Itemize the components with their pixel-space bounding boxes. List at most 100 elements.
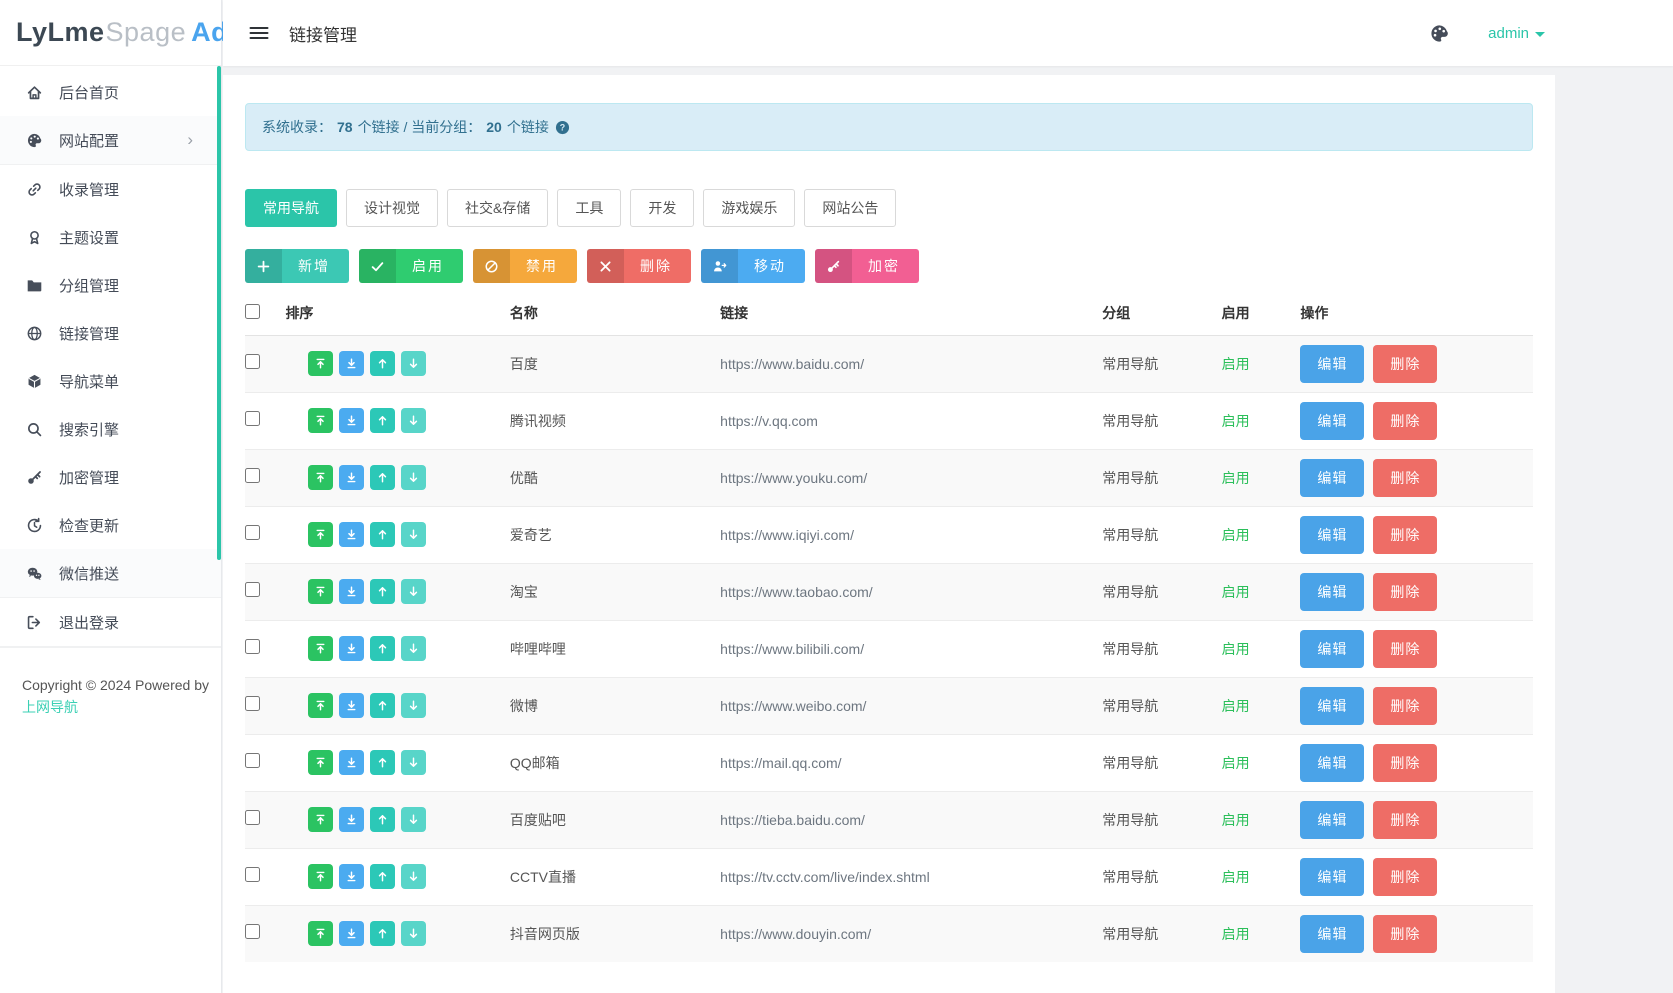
row-checkbox[interactable] [245,924,260,939]
sidebar-item-8[interactable]: 搜索引擎 [0,405,221,453]
delete-button[interactable]: 删除 [1373,402,1437,440]
arrow-bar-up-button[interactable] [308,693,333,718]
toolbar-button-1[interactable]: 新增 [245,249,349,283]
arrow-bar-up-button[interactable] [308,807,333,832]
arrow-up-button[interactable] [370,408,395,433]
arrow-up-button[interactable] [370,636,395,661]
user-dropdown[interactable]: admin [1488,25,1545,42]
arrow-down-button[interactable] [401,807,426,832]
row-checkbox[interactable] [245,639,260,654]
arrow-down-button[interactable] [401,636,426,661]
help-icon[interactable]: ? [555,120,570,135]
arrow-bar-up-button[interactable] [308,522,333,547]
row-checkbox[interactable] [245,354,260,369]
delete-button[interactable]: 删除 [1373,345,1437,383]
theme-palette-icon[interactable] [1429,23,1450,44]
edit-button[interactable]: 编辑 [1300,687,1364,725]
edit-button[interactable]: 编辑 [1300,915,1364,953]
sidebar-item-3[interactable]: 收录管理 [0,165,221,213]
delete-button[interactable]: 删除 [1373,630,1437,668]
sidebar-item-5[interactable]: 分组管理 [0,261,221,309]
arrow-down-button[interactable] [401,693,426,718]
row-checkbox[interactable] [245,468,260,483]
arrow-down-button[interactable] [401,864,426,889]
arrow-down-button[interactable] [401,465,426,490]
delete-button[interactable]: 删除 [1373,516,1437,554]
sidebar-scrollbar[interactable] [217,66,221,560]
sidebar-item-2[interactable]: 网站配置› [0,116,221,164]
row-checkbox[interactable] [245,867,260,882]
delete-button[interactable]: 删除 [1373,858,1437,896]
select-all-checkbox[interactable] [245,304,260,319]
arrow-bar-down-button[interactable] [339,579,364,604]
toolbar-button-3[interactable]: 禁用 [473,249,577,283]
arrow-bar-up-button[interactable] [308,750,333,775]
sidebar-item-11[interactable]: 微信推送 [0,549,221,597]
sidebar-item-10[interactable]: 检查更新 [0,501,221,549]
delete-button[interactable]: 删除 [1373,687,1437,725]
row-checkbox[interactable] [245,411,260,426]
row-checkbox[interactable] [245,810,260,825]
arrow-up-button[interactable] [370,693,395,718]
sidebar-item-1[interactable]: 后台首页 [0,68,221,116]
edit-button[interactable]: 编辑 [1300,516,1364,554]
arrow-bar-down-button[interactable] [339,750,364,775]
arrow-bar-up-button[interactable] [308,351,333,376]
sidebar-item-7[interactable]: 导航菜单 [0,357,221,405]
delete-button[interactable]: 删除 [1373,744,1437,782]
arrow-up-button[interactable] [370,750,395,775]
row-checkbox[interactable] [245,753,260,768]
sidebar-item-6[interactable]: 链接管理 [0,309,221,357]
tab-2[interactable]: 设计视觉 [346,189,438,227]
tab-1[interactable]: 常用导航 [245,189,337,227]
delete-button[interactable]: 删除 [1373,573,1437,611]
arrow-up-button[interactable] [370,465,395,490]
arrow-up-button[interactable] [370,351,395,376]
arrow-up-button[interactable] [370,522,395,547]
arrow-bar-down-button[interactable] [339,807,364,832]
copyright-link[interactable]: 上网导航 [22,699,78,715]
tab-3[interactable]: 社交&存储 [447,189,548,227]
sidebar-item-4[interactable]: 主题设置 [0,213,221,261]
row-checkbox[interactable] [245,582,260,597]
arrow-bar-up-button[interactable] [308,465,333,490]
edit-button[interactable]: 编辑 [1300,402,1364,440]
edit-button[interactable]: 编辑 [1300,573,1364,611]
delete-button[interactable]: 删除 [1373,801,1437,839]
tab-4[interactable]: 工具 [557,189,621,227]
arrow-down-button[interactable] [401,522,426,547]
sidebar-item-12[interactable]: 退出登录 [0,598,221,646]
arrow-bar-down-button[interactable] [339,408,364,433]
sidebar-item-9[interactable]: 加密管理 [0,453,221,501]
arrow-bar-down-button[interactable] [339,921,364,946]
arrow-bar-up-button[interactable] [308,408,333,433]
arrow-bar-down-button[interactable] [339,693,364,718]
toolbar-button-6[interactable]: 加密 [815,249,919,283]
arrow-bar-down-button[interactable] [339,636,364,661]
arrow-up-button[interactable] [370,579,395,604]
arrow-bar-down-button[interactable] [339,864,364,889]
arrow-down-button[interactable] [401,921,426,946]
toolbar-button-5[interactable]: 移动 [701,249,805,283]
tab-7[interactable]: 网站公告 [804,189,896,227]
arrow-bar-down-button[interactable] [339,522,364,547]
tab-5[interactable]: 开发 [630,189,694,227]
row-checkbox[interactable] [245,525,260,540]
arrow-bar-up-button[interactable] [308,636,333,661]
edit-button[interactable]: 编辑 [1300,345,1364,383]
arrow-bar-down-button[interactable] [339,351,364,376]
arrow-bar-down-button[interactable] [339,465,364,490]
arrow-down-button[interactable] [401,579,426,604]
arrow-up-button[interactable] [370,864,395,889]
edit-button[interactable]: 编辑 [1300,801,1364,839]
tab-6[interactable]: 游戏娱乐 [703,189,795,227]
arrow-down-button[interactable] [401,351,426,376]
delete-button[interactable]: 删除 [1373,459,1437,497]
row-checkbox[interactable] [245,696,260,711]
menu-toggle-icon[interactable] [249,25,269,41]
edit-button[interactable]: 编辑 [1300,744,1364,782]
arrow-up-button[interactable] [370,921,395,946]
edit-button[interactable]: 编辑 [1300,630,1364,668]
edit-button[interactable]: 编辑 [1300,858,1364,896]
arrow-down-button[interactable] [401,750,426,775]
